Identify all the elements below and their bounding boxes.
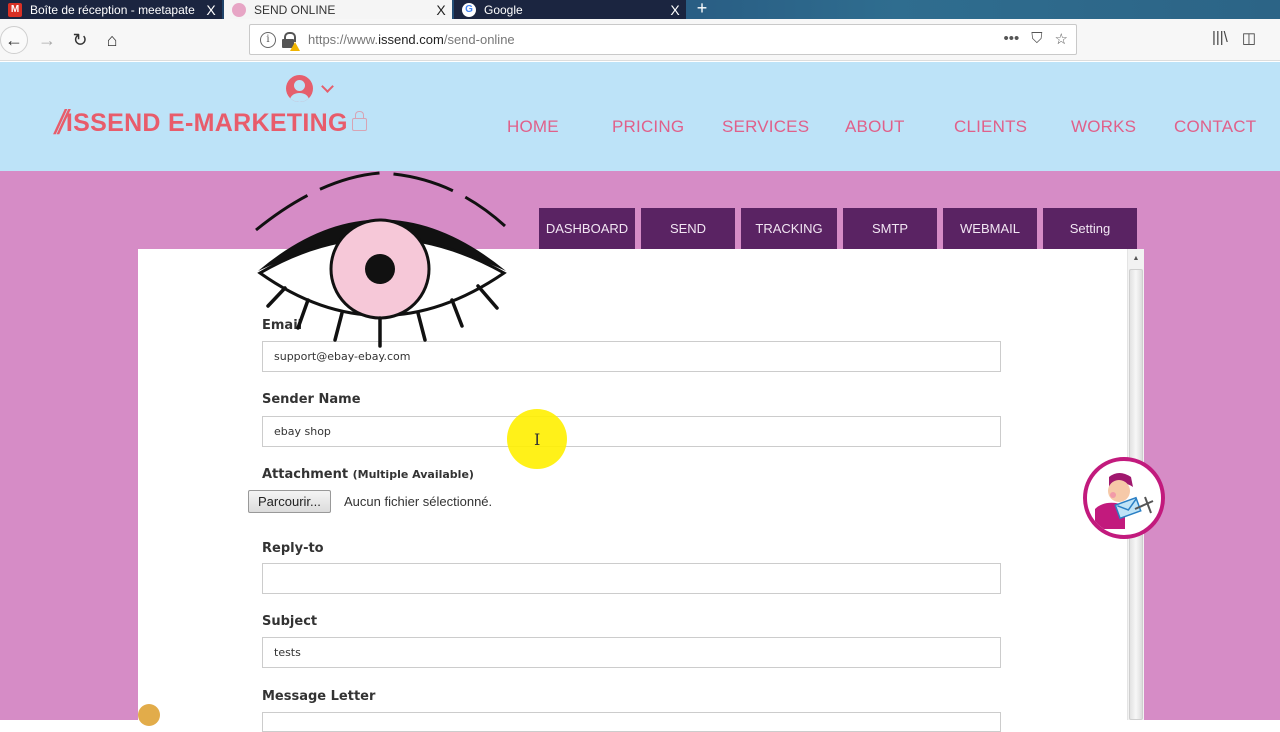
browse-file-button[interactable]: Parcourir... [248,490,331,513]
site-logo[interactable]: // ISSEND E-MARKETING [55,104,367,143]
tab-tracking[interactable]: TRACKING [741,208,837,249]
site-header: // ISSEND E-MARKETING HOME PRICING SERVI… [0,62,1280,171]
app-tabs: DASHBOARD SEND TRACKING SMTP WEBMAIL Set… [539,208,1143,249]
info-icon[interactable]: i [260,31,276,48]
url-path: /send-online [443,32,515,47]
sender-name-field[interactable]: ebay shop [262,416,1001,447]
reply-to-field[interactable] [262,563,1001,594]
subject-field[interactable]: tests [262,637,1001,668]
nav-works[interactable]: WORKS [1071,117,1136,137]
issend-favicon [232,2,246,17]
text-cursor-icon: I [534,430,541,449]
close-tab-icon[interactable]: X [664,2,686,18]
url-prefix: https://www. [308,32,379,47]
decorative-dot [138,704,160,726]
gmail-icon: M [8,2,22,17]
warning-icon [290,42,300,51]
message-letter-label: Message Letter [262,689,376,704]
nav-services[interactable]: SERVICES [722,117,809,137]
nav-contact[interactable]: CONTACT [1174,117,1256,137]
tab-title: Google [484,2,523,17]
tab-setting[interactable]: Setting [1043,208,1137,249]
nav-clients[interactable]: CLIENTS [954,117,1027,137]
home-button[interactable]: ⌂ [98,26,126,54]
reload-button[interactable]: ↻ [66,26,94,54]
reply-to-label: Reply-to [262,541,324,556]
forward-button[interactable]: → [33,26,61,54]
bookmark-star-icon[interactable]: ☆ [1055,30,1068,48]
nav-home[interactable]: HOME [507,117,559,137]
browser-tab-google[interactable]: G Google X [454,0,686,19]
back-button[interactable]: ← [0,26,28,54]
page-actions-icon[interactable]: ••• [1004,30,1020,48]
attachment-label: Attachment (Multiple Available) [262,467,474,482]
browser-navbar: ← → ↻ ⌂ i https://www.issend.com/send-on… [0,19,1280,61]
sidebar-icon[interactable]: ◫ [1242,29,1256,47]
logo-text: ISSEND E-MARKETING [65,109,348,137]
attachment-label-text: Attachment [262,467,349,482]
attachment-sublabel: (Multiple Available) [352,468,474,481]
mascot-avatar[interactable] [1083,457,1165,539]
message-letter-field[interactable] [262,712,1001,732]
nav-pricing[interactable]: PRICING [612,117,684,137]
close-tab-icon[interactable]: X [430,2,452,18]
google-icon: G [462,2,476,17]
browser-tab-gmail[interactable]: M Boîte de réception - meetapate X [0,0,222,19]
address-bar[interactable]: i https://www.issend.com/send-online •••… [249,24,1077,55]
subject-label: Subject [262,614,318,629]
new-tab-button[interactable]: + [690,0,714,19]
lock-icon [351,110,367,131]
url-domain: issend.com [378,32,444,47]
close-tab-icon[interactable]: X [200,2,222,18]
user-avatar-icon[interactable] [286,75,313,102]
mascot-figure-icon [1095,473,1154,529]
logo-slash: // [55,104,68,142]
nav-about[interactable]: ABOUT [845,117,905,137]
scroll-up-arrow-icon[interactable]: ▲ [1128,249,1144,267]
library-icon[interactable]: |||\ [1212,29,1228,47]
tab-webmail[interactable]: WEBMAIL [943,208,1037,249]
tab-title: SEND ONLINE [254,2,336,17]
file-status: Aucun fichier sélectionné. [344,494,493,509]
tab-smtp[interactable]: SMTP [843,208,937,249]
chevron-down-icon[interactable] [321,80,334,93]
user-menu[interactable] [286,75,334,102]
tab-send[interactable]: SEND [641,208,735,249]
tab-dashboard[interactable]: DASHBOARD [539,208,635,249]
tab-title: Boîte de réception - meetapate [30,2,195,17]
url-text[interactable]: https://www.issend.com/send-online [308,32,515,47]
pocket-icon[interactable]: ⛉ [1031,30,1042,48]
browser-tab-send-online[interactable]: SEND ONLINE X [224,0,452,19]
sender-name-label: Sender Name [262,392,361,407]
eye-illustration [255,171,507,348]
browser-tab-strip: M Boîte de réception - meetapate X SEND … [0,0,1280,19]
